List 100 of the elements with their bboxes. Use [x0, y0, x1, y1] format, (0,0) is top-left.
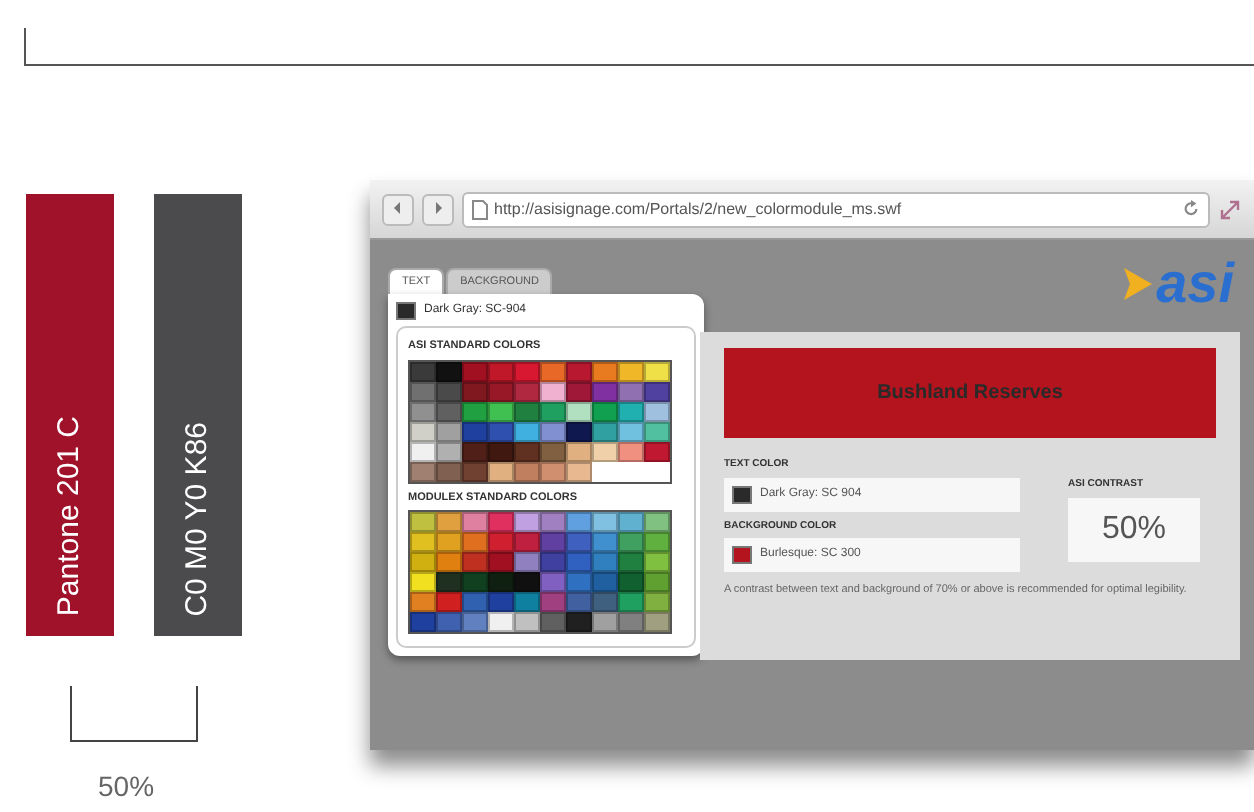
color-swatch[interactable] — [618, 531, 644, 552]
resize-icon[interactable] — [1218, 197, 1242, 221]
color-swatch[interactable] — [436, 401, 462, 421]
color-swatch[interactable] — [436, 531, 462, 552]
forward-button[interactable] — [422, 193, 454, 225]
color-swatch[interactable] — [644, 421, 670, 441]
color-swatch[interactable] — [566, 611, 592, 632]
color-swatch[interactable] — [410, 511, 436, 532]
color-swatch[interactable] — [436, 381, 462, 401]
color-swatch[interactable] — [488, 551, 514, 572]
color-swatch[interactable] — [644, 361, 670, 381]
color-swatch[interactable] — [410, 441, 436, 461]
color-swatch[interactable] — [540, 591, 566, 612]
address-field[interactable]: http://asisignage.com/Portals/2/new_colormodule_ms.swf — [462, 191, 1210, 227]
color-swatch[interactable] — [488, 611, 514, 632]
color-swatch[interactable] — [462, 571, 488, 592]
color-swatch[interactable] — [488, 361, 514, 381]
color-swatch[interactable] — [488, 531, 514, 552]
color-swatch[interactable] — [514, 591, 540, 612]
color-swatch[interactable] — [566, 461, 592, 481]
color-swatch[interactable] — [644, 551, 670, 572]
color-swatch[interactable] — [540, 551, 566, 572]
color-swatch[interactable] — [540, 531, 566, 552]
color-swatch[interactable] — [410, 551, 436, 572]
color-swatch[interactable] — [410, 591, 436, 612]
color-swatch[interactable] — [436, 511, 462, 532]
color-swatch[interactable] — [514, 511, 540, 532]
color-swatch[interactable] — [410, 571, 436, 592]
color-swatch[interactable] — [592, 551, 618, 572]
color-swatch[interactable] — [436, 551, 462, 572]
color-swatch[interactable] — [514, 441, 540, 461]
color-swatch[interactable] — [644, 591, 670, 612]
color-swatch[interactable] — [592, 401, 618, 421]
color-swatch[interactable] — [618, 441, 644, 461]
color-swatch[interactable] — [462, 461, 488, 481]
color-swatch[interactable] — [618, 511, 644, 532]
color-swatch[interactable] — [410, 361, 436, 381]
color-swatch[interactable] — [644, 511, 670, 532]
color-swatch[interactable] — [618, 401, 644, 421]
color-swatch[interactable] — [462, 591, 488, 612]
color-swatch[interactable] — [514, 361, 540, 381]
color-swatch[interactable] — [644, 571, 670, 592]
color-swatch[interactable] — [462, 381, 488, 401]
color-swatch[interactable] — [592, 571, 618, 592]
color-swatch[interactable] — [618, 421, 644, 441]
color-swatch[interactable] — [514, 551, 540, 572]
color-swatch[interactable] — [462, 611, 488, 632]
color-swatch[interactable] — [540, 571, 566, 592]
color-swatch[interactable] — [410, 401, 436, 421]
color-swatch[interactable] — [592, 361, 618, 381]
color-swatch[interactable] — [592, 611, 618, 632]
color-swatch[interactable] — [514, 611, 540, 632]
color-swatch[interactable] — [514, 381, 540, 401]
color-swatch[interactable] — [488, 571, 514, 592]
color-swatch[interactable] — [410, 421, 436, 441]
color-swatch[interactable] — [514, 421, 540, 441]
color-swatch[interactable] — [540, 441, 566, 461]
color-swatch[interactable] — [592, 591, 618, 612]
color-swatch[interactable] — [488, 421, 514, 441]
color-swatch[interactable] — [618, 611, 644, 632]
color-swatch[interactable] — [462, 511, 488, 532]
color-swatch[interactable] — [462, 551, 488, 572]
color-swatch[interactable] — [462, 531, 488, 552]
color-swatch[interactable] — [540, 511, 566, 532]
color-swatch[interactable] — [592, 381, 618, 401]
color-swatch[interactable] — [514, 571, 540, 592]
color-swatch[interactable] — [566, 381, 592, 401]
back-button[interactable] — [382, 193, 414, 225]
color-swatch[interactable] — [540, 381, 566, 401]
color-swatch[interactable] — [644, 611, 670, 632]
color-swatch[interactable] — [644, 381, 670, 401]
color-swatch[interactable] — [514, 461, 540, 481]
color-swatch[interactable] — [618, 591, 644, 612]
color-swatch[interactable] — [566, 511, 592, 532]
color-swatch[interactable] — [540, 461, 566, 481]
color-swatch[interactable] — [618, 361, 644, 381]
color-swatch[interactable] — [436, 361, 462, 381]
color-swatch[interactable] — [436, 421, 462, 441]
color-swatch[interactable] — [410, 611, 436, 632]
color-swatch[interactable] — [644, 441, 670, 461]
color-swatch[interactable] — [488, 401, 514, 421]
reload-icon[interactable] — [1182, 200, 1200, 218]
color-swatch[interactable] — [514, 401, 540, 421]
color-swatch[interactable] — [436, 571, 462, 592]
color-swatch[interactable] — [436, 611, 462, 632]
color-swatch[interactable] — [566, 441, 592, 461]
color-swatch[interactable] — [566, 591, 592, 612]
color-swatch[interactable] — [566, 421, 592, 441]
color-swatch[interactable] — [592, 511, 618, 532]
color-swatch[interactable] — [566, 361, 592, 381]
color-swatch[interactable] — [644, 401, 670, 421]
color-swatch[interactable] — [410, 381, 436, 401]
color-swatch[interactable] — [436, 441, 462, 461]
color-swatch[interactable] — [488, 591, 514, 612]
color-swatch[interactable] — [410, 461, 436, 481]
color-swatch[interactable] — [462, 421, 488, 441]
color-swatch[interactable] — [488, 381, 514, 401]
color-swatch[interactable] — [436, 591, 462, 612]
color-swatch[interactable] — [462, 441, 488, 461]
color-swatch[interactable] — [592, 421, 618, 441]
